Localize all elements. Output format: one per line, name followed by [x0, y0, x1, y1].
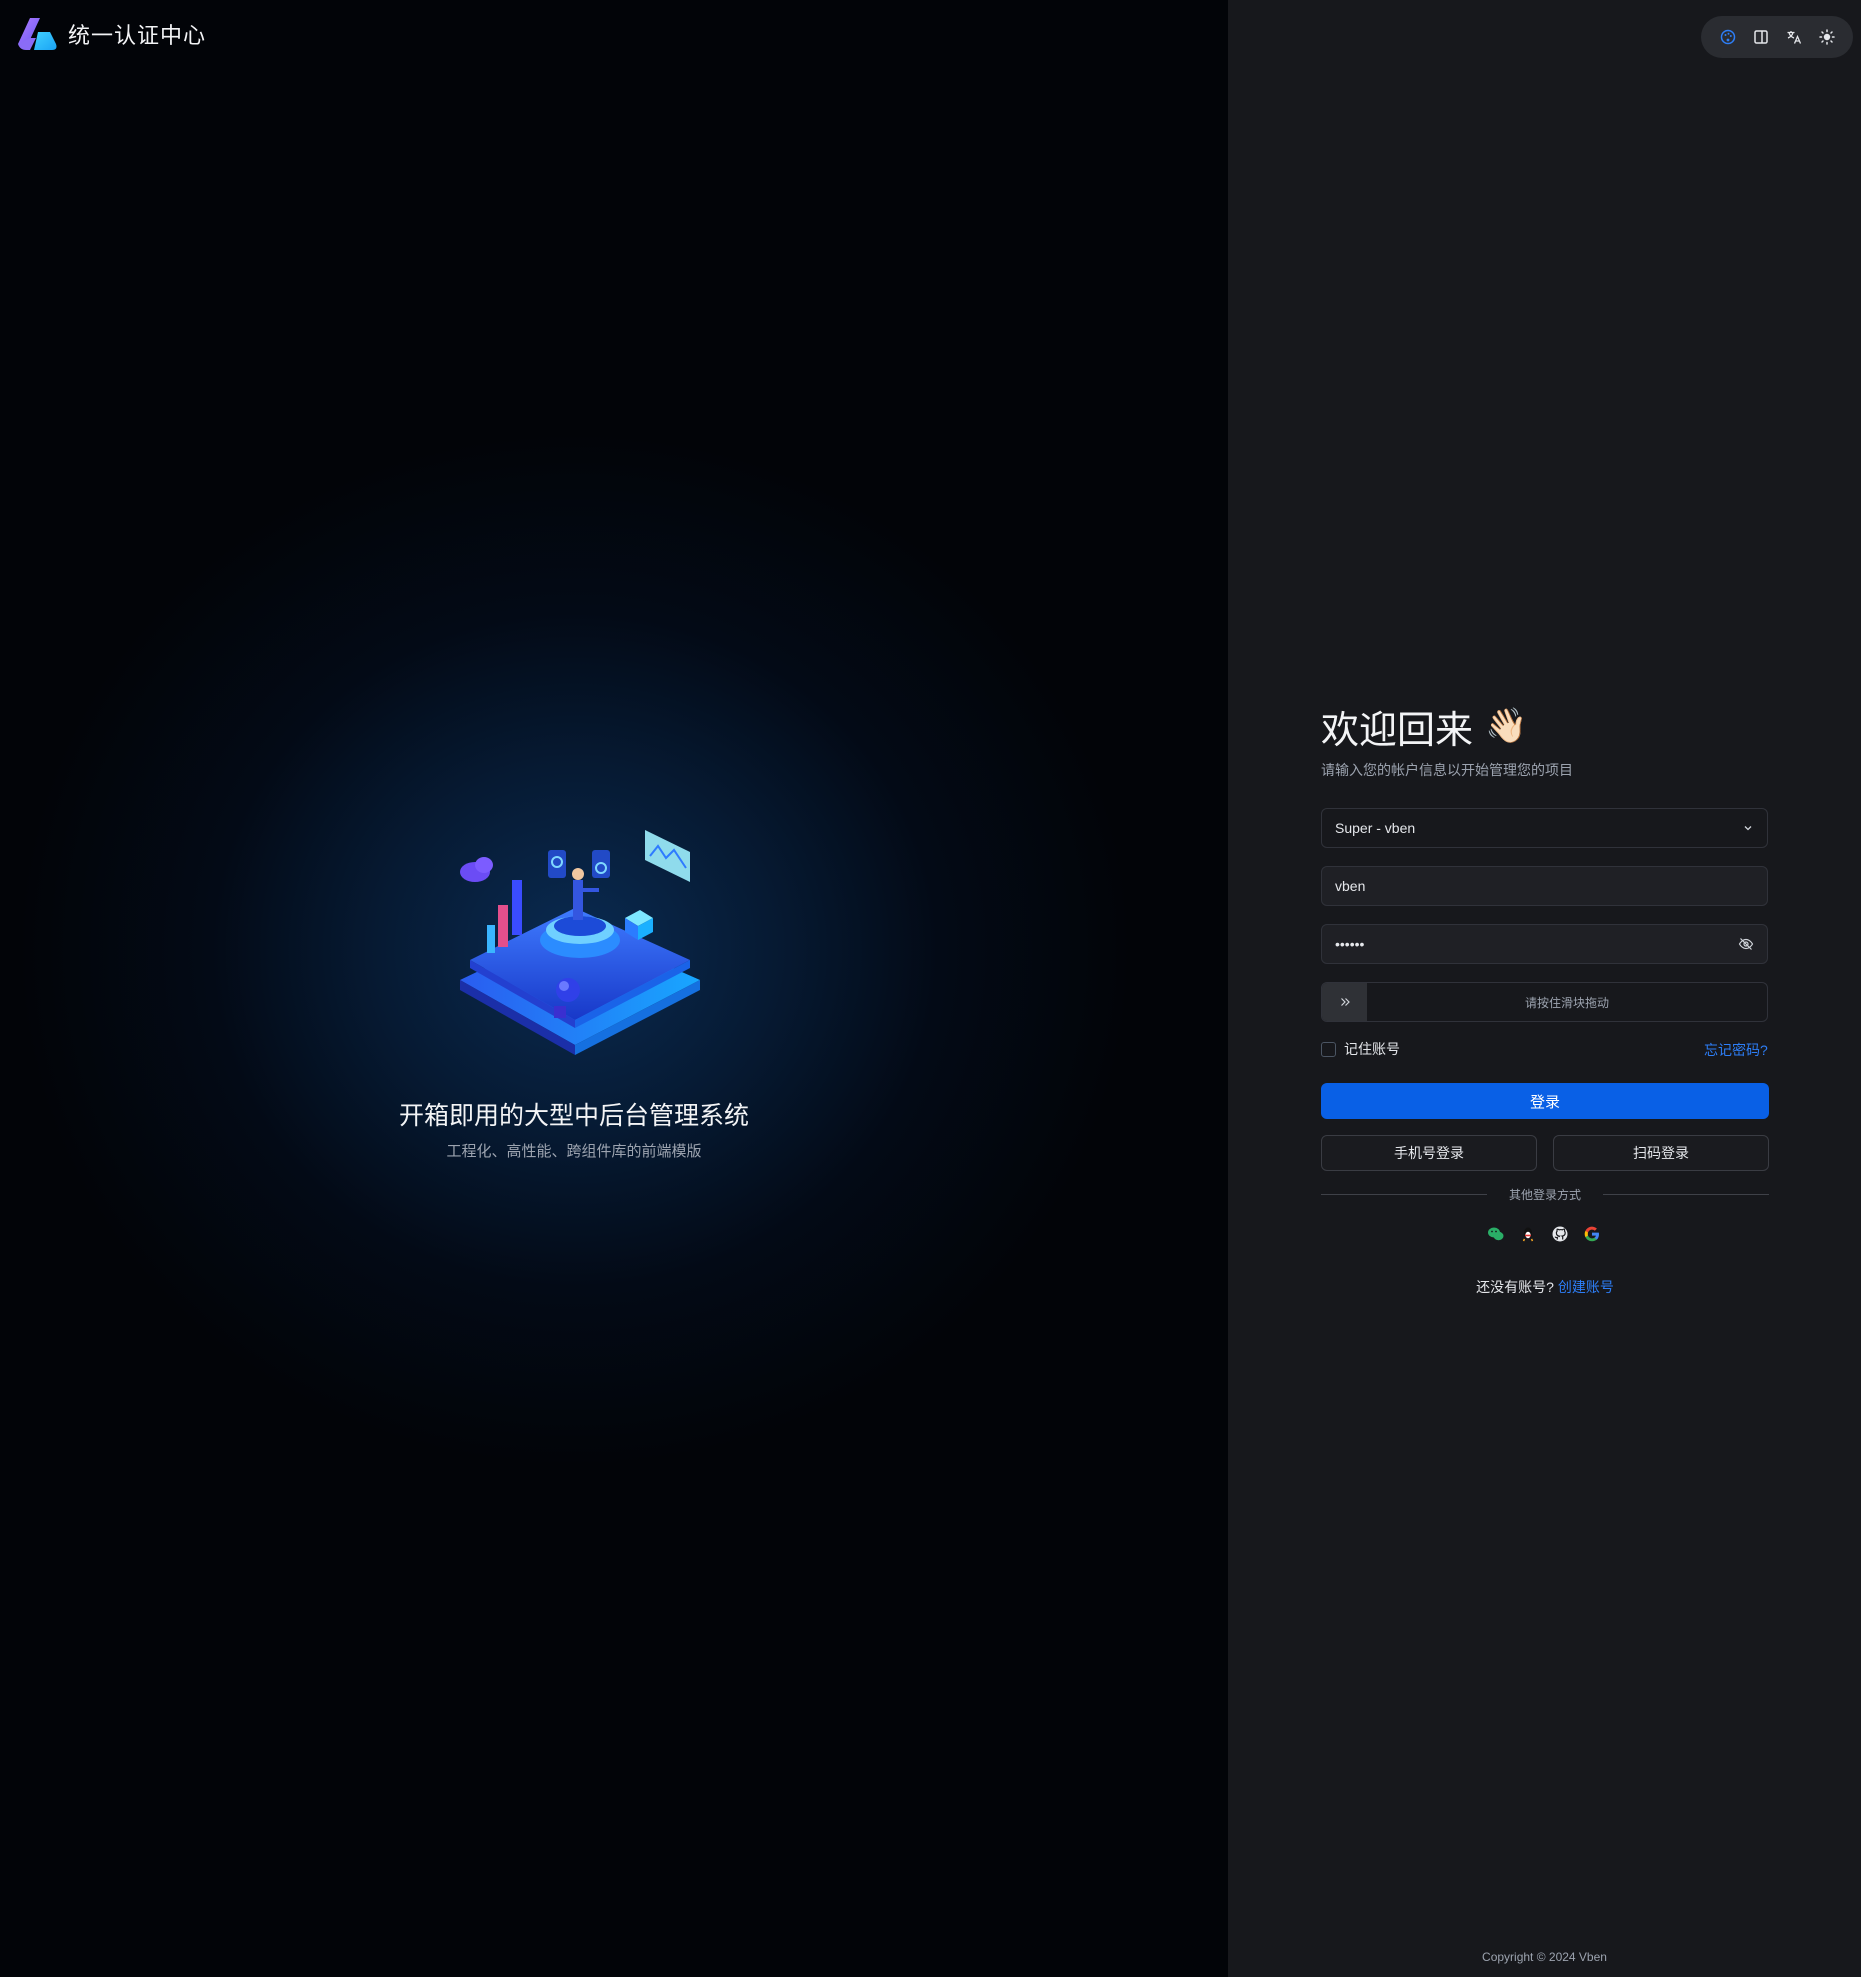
chevron-down-icon: [1744, 826, 1752, 831]
wechat-icon[interactable]: [1487, 1225, 1505, 1243]
remember-account[interactable]: 记住账号: [1321, 1039, 1400, 1059]
waving-hand-icon: 👋🏻: [1485, 707, 1528, 745]
top-toolbar: [1701, 16, 1853, 58]
remember-checkbox[interactable]: [1321, 1041, 1336, 1057]
brand-name: 统一认证中心: [68, 23, 207, 48]
divider-line: [1321, 1194, 1487, 1195]
qq-icon[interactable]: [1519, 1225, 1537, 1243]
sun-icon[interactable]: [1816, 26, 1838, 48]
login-header: 欢迎回来 👋🏻 请输入您的帐户信息以开始管理您的项目: [1321, 700, 1769, 780]
hero-subtitle: 工程化、高性能、跨组件库的前端模版: [446, 1143, 702, 1160]
slider-hint: 请按住滑块拖动: [1524, 995, 1609, 1010]
phone-login-button[interactable]: 手机号登录: [1321, 1135, 1537, 1171]
slider-captcha: 请按住滑块拖动: [1321, 982, 1768, 1022]
account-select[interactable]: Super - vben: [1321, 808, 1768, 848]
other-methods-divider: 其他登录方式: [1321, 1186, 1770, 1203]
welcome-title: 欢迎回来 👋🏻: [1321, 700, 1769, 752]
no-account-text: 还没有账号?: [1476, 1279, 1554, 1295]
remember-label: 记住账号: [1344, 1041, 1400, 1057]
brand: 统一认证中心: [16, 14, 206, 54]
eye-off-icon[interactable]: [1738, 936, 1754, 952]
password-field[interactable]: ••••••: [1321, 924, 1768, 964]
divider-line: [1603, 1194, 1770, 1195]
username-field[interactable]: [1321, 866, 1768, 906]
welcome-text: 欢迎回来: [1321, 709, 1474, 752]
slider-handle[interactable]: [1322, 983, 1367, 1021]
github-icon[interactable]: [1551, 1225, 1569, 1243]
layout-panel-icon[interactable]: [1750, 26, 1772, 48]
translate-icon[interactable]: [1783, 26, 1805, 48]
copyright: Copyright © 2024 Vben: [1482, 1950, 1607, 1964]
hero-title: 开箱即用的大型中后台管理系统: [398, 1102, 749, 1130]
palette-icon[interactable]: [1717, 26, 1739, 48]
signup-row: 还没有账号? 创建账号: [1321, 1277, 1769, 1297]
username-input[interactable]: [1335, 878, 1754, 894]
isometric-dashboard-illustration: [460, 830, 700, 1055]
chevrons-right-icon: [1340, 998, 1350, 1006]
password-value: ••••••: [1335, 936, 1365, 952]
forgot-password-link[interactable]: 忘记密码?: [1704, 1040, 1768, 1060]
login-subtitle: 请输入您的帐户信息以开始管理您的项目: [1321, 762, 1573, 778]
google-icon[interactable]: [1583, 1225, 1601, 1243]
account-select-value: Super - vben: [1335, 820, 1416, 836]
left-panel: 统一认证中心 开箱即用的大型中后台管理系统 工程化、高性能、跨组件库的前端模版: [0, 0, 1228, 1977]
login-button[interactable]: 登录: [1321, 1083, 1769, 1119]
qr-login-button[interactable]: 扫码登录: [1553, 1135, 1769, 1171]
other-methods-label: 其他登录方式: [1509, 1188, 1582, 1202]
social-login-icons: [1487, 1225, 1601, 1243]
vben-logo-icon: [18, 18, 57, 50]
create-account-link[interactable]: 创建账号: [1558, 1279, 1614, 1295]
